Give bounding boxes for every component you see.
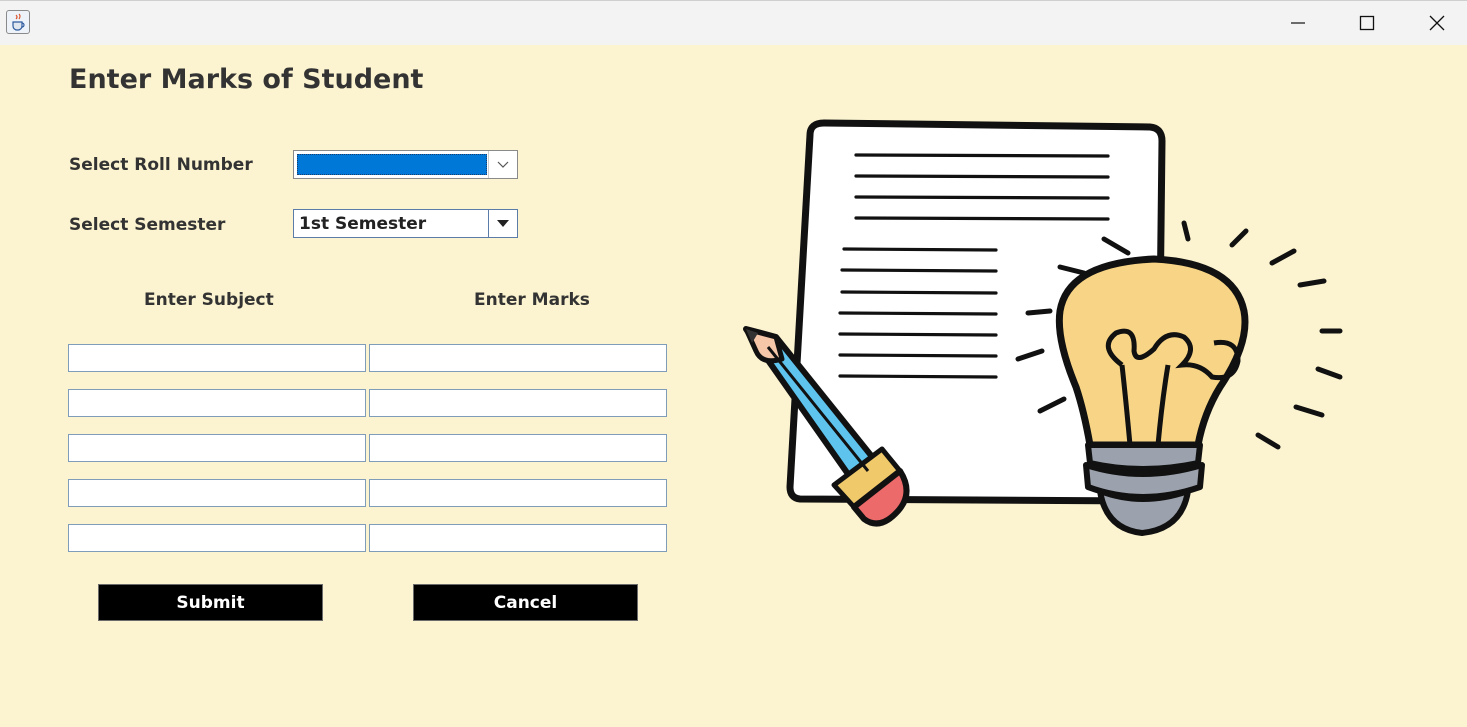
close-button[interactable] (1402, 1, 1467, 45)
marks-input[interactable] (369, 479, 667, 507)
maximize-button[interactable] (1332, 1, 1402, 45)
roll-dropdown-arrow[interactable] (488, 151, 517, 178)
chevron-down-icon (497, 161, 509, 168)
subject-input[interactable] (68, 524, 366, 552)
submit-button[interactable]: Submit (98, 584, 323, 621)
maximize-icon (1359, 15, 1375, 31)
minimize-button[interactable] (1263, 1, 1333, 45)
subject-input[interactable] (68, 344, 366, 372)
semester-label: Select Semester (69, 215, 226, 235)
title-bar (0, 0, 1467, 45)
subject-input[interactable] (68, 389, 366, 417)
marks-input[interactable] (369, 434, 667, 462)
marks-column-header: Enter Marks (474, 290, 590, 310)
roll-number-selected-value (297, 154, 487, 175)
semester-dropdown[interactable]: 1st Semester (293, 209, 518, 238)
minimize-icon (1291, 22, 1305, 24)
notes-lightbulb-illustration (743, 119, 1343, 536)
subject-input[interactable] (68, 434, 366, 462)
close-icon (1429, 15, 1445, 31)
marks-input[interactable] (369, 344, 667, 372)
cancel-button[interactable]: Cancel (413, 584, 638, 621)
subject-column-header: Enter Subject (144, 290, 274, 310)
semester-dropdown-arrow[interactable] (488, 210, 517, 237)
roll-number-dropdown[interactable] (293, 150, 518, 179)
marks-input[interactable] (369, 524, 667, 552)
subject-input[interactable] (68, 479, 366, 507)
roll-number-label: Select Roll Number (69, 155, 253, 175)
marks-input[interactable] (369, 389, 667, 417)
java-cup-icon (6, 10, 30, 34)
page-title: Enter Marks of Student (69, 64, 424, 95)
triangle-down-icon (497, 220, 509, 227)
semester-selected-value: 1st Semester (299, 214, 427, 234)
